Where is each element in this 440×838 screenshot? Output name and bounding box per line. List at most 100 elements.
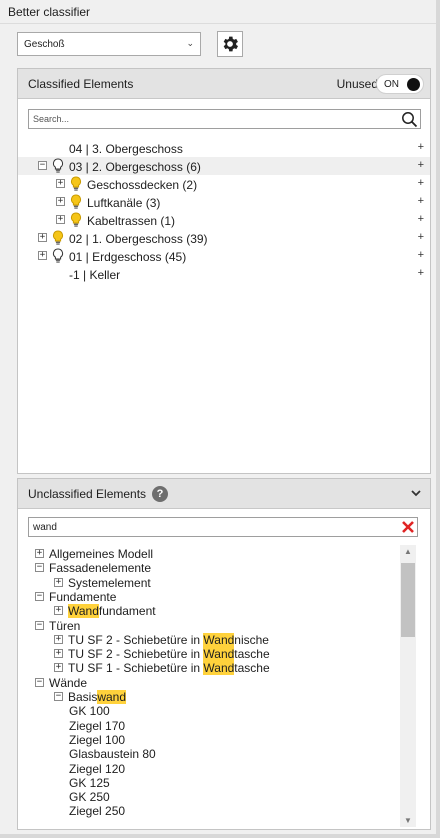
tree-row[interactable]: + Luftkanäle (3) + (18, 193, 430, 211)
expand-icon[interactable]: + (54, 663, 63, 673)
expand-icon[interactable]: + (56, 215, 65, 224)
add-to-classification-button[interactable]: + (418, 249, 424, 261)
list-item[interactable]: + TU SF 2 - Schiebetüre in Wandnische (18, 632, 418, 647)
unclassified-header[interactable]: Unclassified Elements ? (18, 479, 430, 509)
tree-row[interactable]: -1 | Keller + (18, 265, 430, 283)
expand-icon[interactable]: + (54, 649, 63, 659)
clear-filter-icon[interactable] (401, 520, 415, 534)
list-item[interactable]: + TU SF 2 - Schiebetüre in Wandtasche (18, 647, 418, 662)
tree-item-label: 03 | 2. Obergeschoss (6) (69, 160, 201, 174)
add-to-classification-button[interactable]: + (418, 141, 424, 153)
chevron-down-icon[interactable] (410, 487, 422, 499)
tree-item-name: Kabeltrassen (87, 214, 158, 228)
search-highlight: Wand (68, 604, 99, 619)
add-to-classification-button[interactable]: + (418, 177, 424, 189)
list-item[interactable]: Ziegel 120 (18, 762, 418, 776)
list-item[interactable]: GK 125 (18, 776, 418, 790)
list-item-label: Ziegel 120 (69, 761, 126, 776)
unclassified-filter-input[interactable]: wand (28, 517, 418, 537)
add-to-classification-button[interactable]: + (418, 213, 424, 225)
collapse-icon[interactable]: − (35, 563, 44, 573)
level-dropdown[interactable]: Geschoß ⌄ (17, 32, 201, 56)
add-to-classification-button[interactable]: + (418, 159, 424, 171)
list-item[interactable]: Ziegel 250 (18, 804, 418, 818)
tree-item-name: -1 | Keller (69, 268, 121, 282)
collapse-icon[interactable]: − (35, 591, 44, 601)
list-item[interactable]: + Wandfundament (18, 604, 418, 619)
search-highlight: Wand (203, 647, 235, 662)
window-title: Better classifier (8, 5, 91, 19)
list-item[interactable]: + TU SF 1 - Schiebetüre in Wandtasche (18, 661, 418, 676)
unused-toggle[interactable]: ON (376, 74, 424, 94)
search-highlight: Wand (203, 661, 235, 676)
tree-item-label: 02 | 1. Obergeschoss (39) (69, 232, 208, 246)
search-icon[interactable] (401, 111, 418, 128)
tree-item-count: (6) (182, 160, 201, 174)
scroll-up-icon[interactable]: ▲ (404, 547, 412, 556)
list-item[interactable]: + Systemelement (18, 576, 418, 590)
list-item-label: Ziegel 100 (69, 732, 126, 747)
expand-icon[interactable]: + (35, 549, 44, 558)
list-item-label: GK 125 (69, 775, 110, 790)
list-item[interactable]: − Fassadenelemente (18, 561, 418, 575)
lightbulb-on-icon[interactable] (52, 230, 64, 246)
list-item[interactable]: Glasbaustein 80 (18, 747, 418, 761)
list-item-label: GK 100 (69, 704, 110, 719)
settings-button[interactable] (217, 31, 243, 57)
unclassified-tree: + Allgemeines Modell − Fassadenelemente + Sys… (18, 545, 418, 829)
classified-search-input[interactable]: Search... (28, 109, 421, 129)
toggle-state-label: ON (384, 79, 399, 90)
collapse-icon[interactable]: − (35, 677, 44, 687)
list-item[interactable]: − Fundamente (18, 590, 418, 604)
list-item[interactable]: − Basiswand (18, 690, 418, 704)
add-to-classification-button[interactable]: + (418, 231, 424, 243)
list-item[interactable]: − Wände (18, 676, 418, 690)
tree-row[interactable]: + Kabeltrassen (1) + (18, 211, 430, 229)
list-item-label: TU SF 2 - Schiebetüre in Wandnische (68, 632, 269, 647)
tree-row[interactable]: 04 | 3. Obergeschoss + (18, 139, 430, 157)
list-item-label: Glasbaustein 80 (69, 747, 156, 762)
expand-icon[interactable]: + (56, 179, 65, 188)
scroll-down-icon[interactable]: ▼ (404, 816, 412, 825)
tree-item-label: 01 | Erdgeschoss (45) (69, 250, 186, 264)
list-item[interactable]: + Allgemeines Modell (18, 547, 418, 561)
expand-icon[interactable]: + (54, 634, 63, 644)
tree-item-label: -1 | Keller (69, 268, 120, 282)
list-item[interactable]: GK 250 (18, 790, 418, 804)
list-item[interactable]: Ziegel 100 (18, 733, 418, 747)
tree-row[interactable]: +02 | 1. Obergeschoss (39) + (18, 229, 430, 247)
expand-icon[interactable]: + (38, 251, 47, 260)
lightbulb-on-icon[interactable] (70, 194, 82, 210)
tree-row[interactable]: +01 | Erdgeschoss (45) + (18, 247, 430, 265)
tree-row[interactable]: − 03 | 2. Obergeschoss (6) + (18, 157, 430, 175)
lightbulb-off-icon[interactable] (52, 158, 64, 174)
add-to-classification-button[interactable]: + (418, 267, 424, 279)
list-item[interactable]: GK 100 (18, 704, 418, 718)
scrollbar-thumb[interactable] (401, 563, 415, 637)
expand-icon[interactable]: + (56, 197, 65, 206)
collapse-icon[interactable]: − (35, 620, 44, 630)
classified-panel: Classified Elements Unused ON Search... … (17, 68, 431, 474)
list-item-label: TU SF 2 - Schiebetüre in Wandtasche (68, 647, 270, 662)
lightbulb-on-icon[interactable] (70, 212, 82, 228)
expand-icon[interactable]: + (54, 606, 63, 616)
unused-label: Unused (336, 77, 378, 91)
collapse-icon[interactable]: − (54, 692, 63, 701)
unclassified-scrollbar[interactable]: ▲ ▼ (400, 545, 416, 827)
tree-item-label: Kabeltrassen (1) (87, 214, 175, 228)
lightbulb-on-icon[interactable] (70, 176, 82, 192)
list-item[interactable]: − Türen (18, 619, 418, 633)
lightbulb-off-icon[interactable] (52, 248, 64, 264)
tree-row[interactable]: + Geschossdecken (2) + (18, 175, 430, 193)
classified-title: Classified Elements (28, 77, 134, 91)
tree-item-name: Luftkanäle (87, 196, 143, 210)
collapse-icon[interactable]: − (38, 161, 47, 170)
tree-item-label: Geschossdecken (2) (87, 178, 197, 192)
add-to-classification-button[interactable]: + (418, 195, 424, 207)
expand-icon[interactable]: + (38, 233, 47, 242)
tree-item-count: (2) (179, 178, 198, 192)
list-item[interactable]: Ziegel 170 (18, 719, 418, 733)
help-icon[interactable]: ? (152, 486, 168, 502)
list-item-label: Allgemeines Modell (49, 547, 154, 561)
expand-icon[interactable]: + (54, 577, 63, 587)
